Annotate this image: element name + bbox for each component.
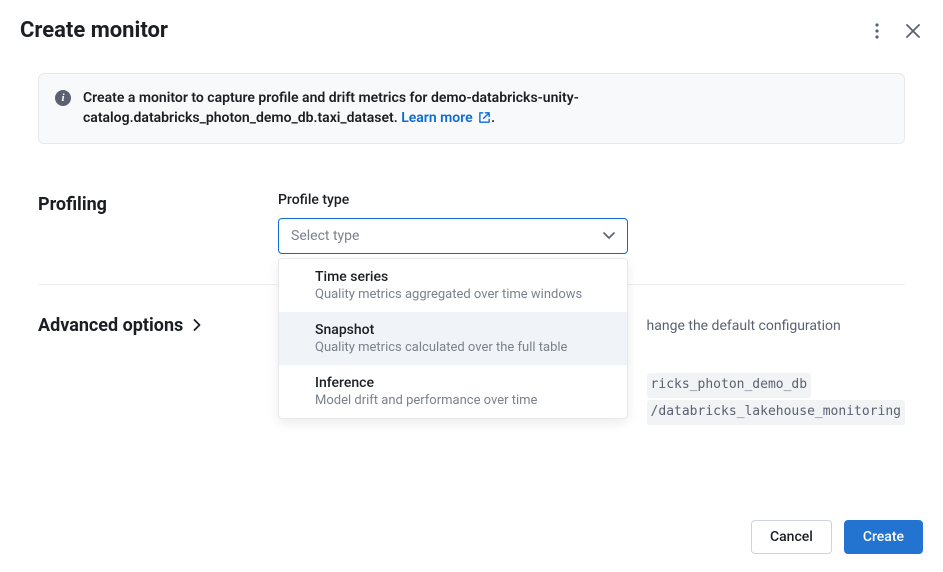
advanced-hint-partial: hange the default configuration xyxy=(647,318,841,334)
select-placeholder: Select type xyxy=(291,228,359,244)
profiling-body: Profile type Select type Time series Qua… xyxy=(278,192,905,254)
dropdown-option-timeseries[interactable]: Time series Quality metrics aggregated o… xyxy=(279,259,627,312)
profile-type-dropdown: Time series Quality metrics aggregated o… xyxy=(278,258,628,419)
assets-path-partial: /databricks_lakehouse_monitoring xyxy=(647,400,905,425)
dialog-body: i Create a monitor to capture profile an… xyxy=(0,53,943,445)
profiling-section: Profiling Profile type Select type Time … xyxy=(38,192,905,284)
info-message: Create a monitor to capture profile and … xyxy=(83,90,579,126)
external-link-icon xyxy=(478,111,491,124)
info-text: Create a monitor to capture profile and … xyxy=(83,88,888,129)
create-button[interactable]: Create xyxy=(844,520,923,554)
dialog-title: Create monitor xyxy=(20,18,168,43)
dialog-header: Create monitor xyxy=(0,0,943,53)
dropdown-option-inference[interactable]: Inference Model drift and performance ov… xyxy=(279,365,627,418)
profile-type-select[interactable]: Select type xyxy=(278,218,628,254)
profile-type-label: Profile type xyxy=(278,192,905,208)
cancel-button[interactable]: Cancel xyxy=(751,520,832,554)
close-button[interactable] xyxy=(903,21,923,41)
close-icon xyxy=(906,24,920,38)
option-desc: Model drift and performance over time xyxy=(315,393,591,408)
cancel-label: Cancel xyxy=(770,529,813,545)
option-title: Time series xyxy=(315,269,591,285)
option-desc: Quality metrics aggregated over time win… xyxy=(315,287,591,302)
option-title: Inference xyxy=(315,375,591,391)
info-banner: i Create a monitor to capture profile an… xyxy=(38,73,905,144)
dialog-footer: Cancel Create xyxy=(751,520,923,554)
chevron-right-icon xyxy=(193,319,201,331)
learn-more-link[interactable]: Learn more xyxy=(401,110,491,126)
schema-path-partial: ricks_photon_demo_db xyxy=(647,373,812,398)
menu-button[interactable] xyxy=(867,21,887,41)
option-desc: Quality metrics calculated over the full… xyxy=(315,340,591,355)
advanced-options-toggle[interactable]: Advanced options xyxy=(38,315,257,336)
header-actions xyxy=(867,21,923,41)
option-title: Snapshot xyxy=(315,322,591,338)
chevron-down-icon xyxy=(603,232,615,240)
info-icon: i xyxy=(55,90,71,106)
banner-period: . xyxy=(491,110,495,126)
profiling-label: Profiling xyxy=(38,192,278,215)
learn-more-text: Learn more xyxy=(401,110,472,126)
advanced-label-text: Advanced options xyxy=(38,315,183,336)
dropdown-option-snapshot[interactable]: Snapshot Quality metrics calculated over… xyxy=(279,312,627,365)
create-label: Create xyxy=(863,529,904,545)
kebab-icon xyxy=(875,23,879,39)
